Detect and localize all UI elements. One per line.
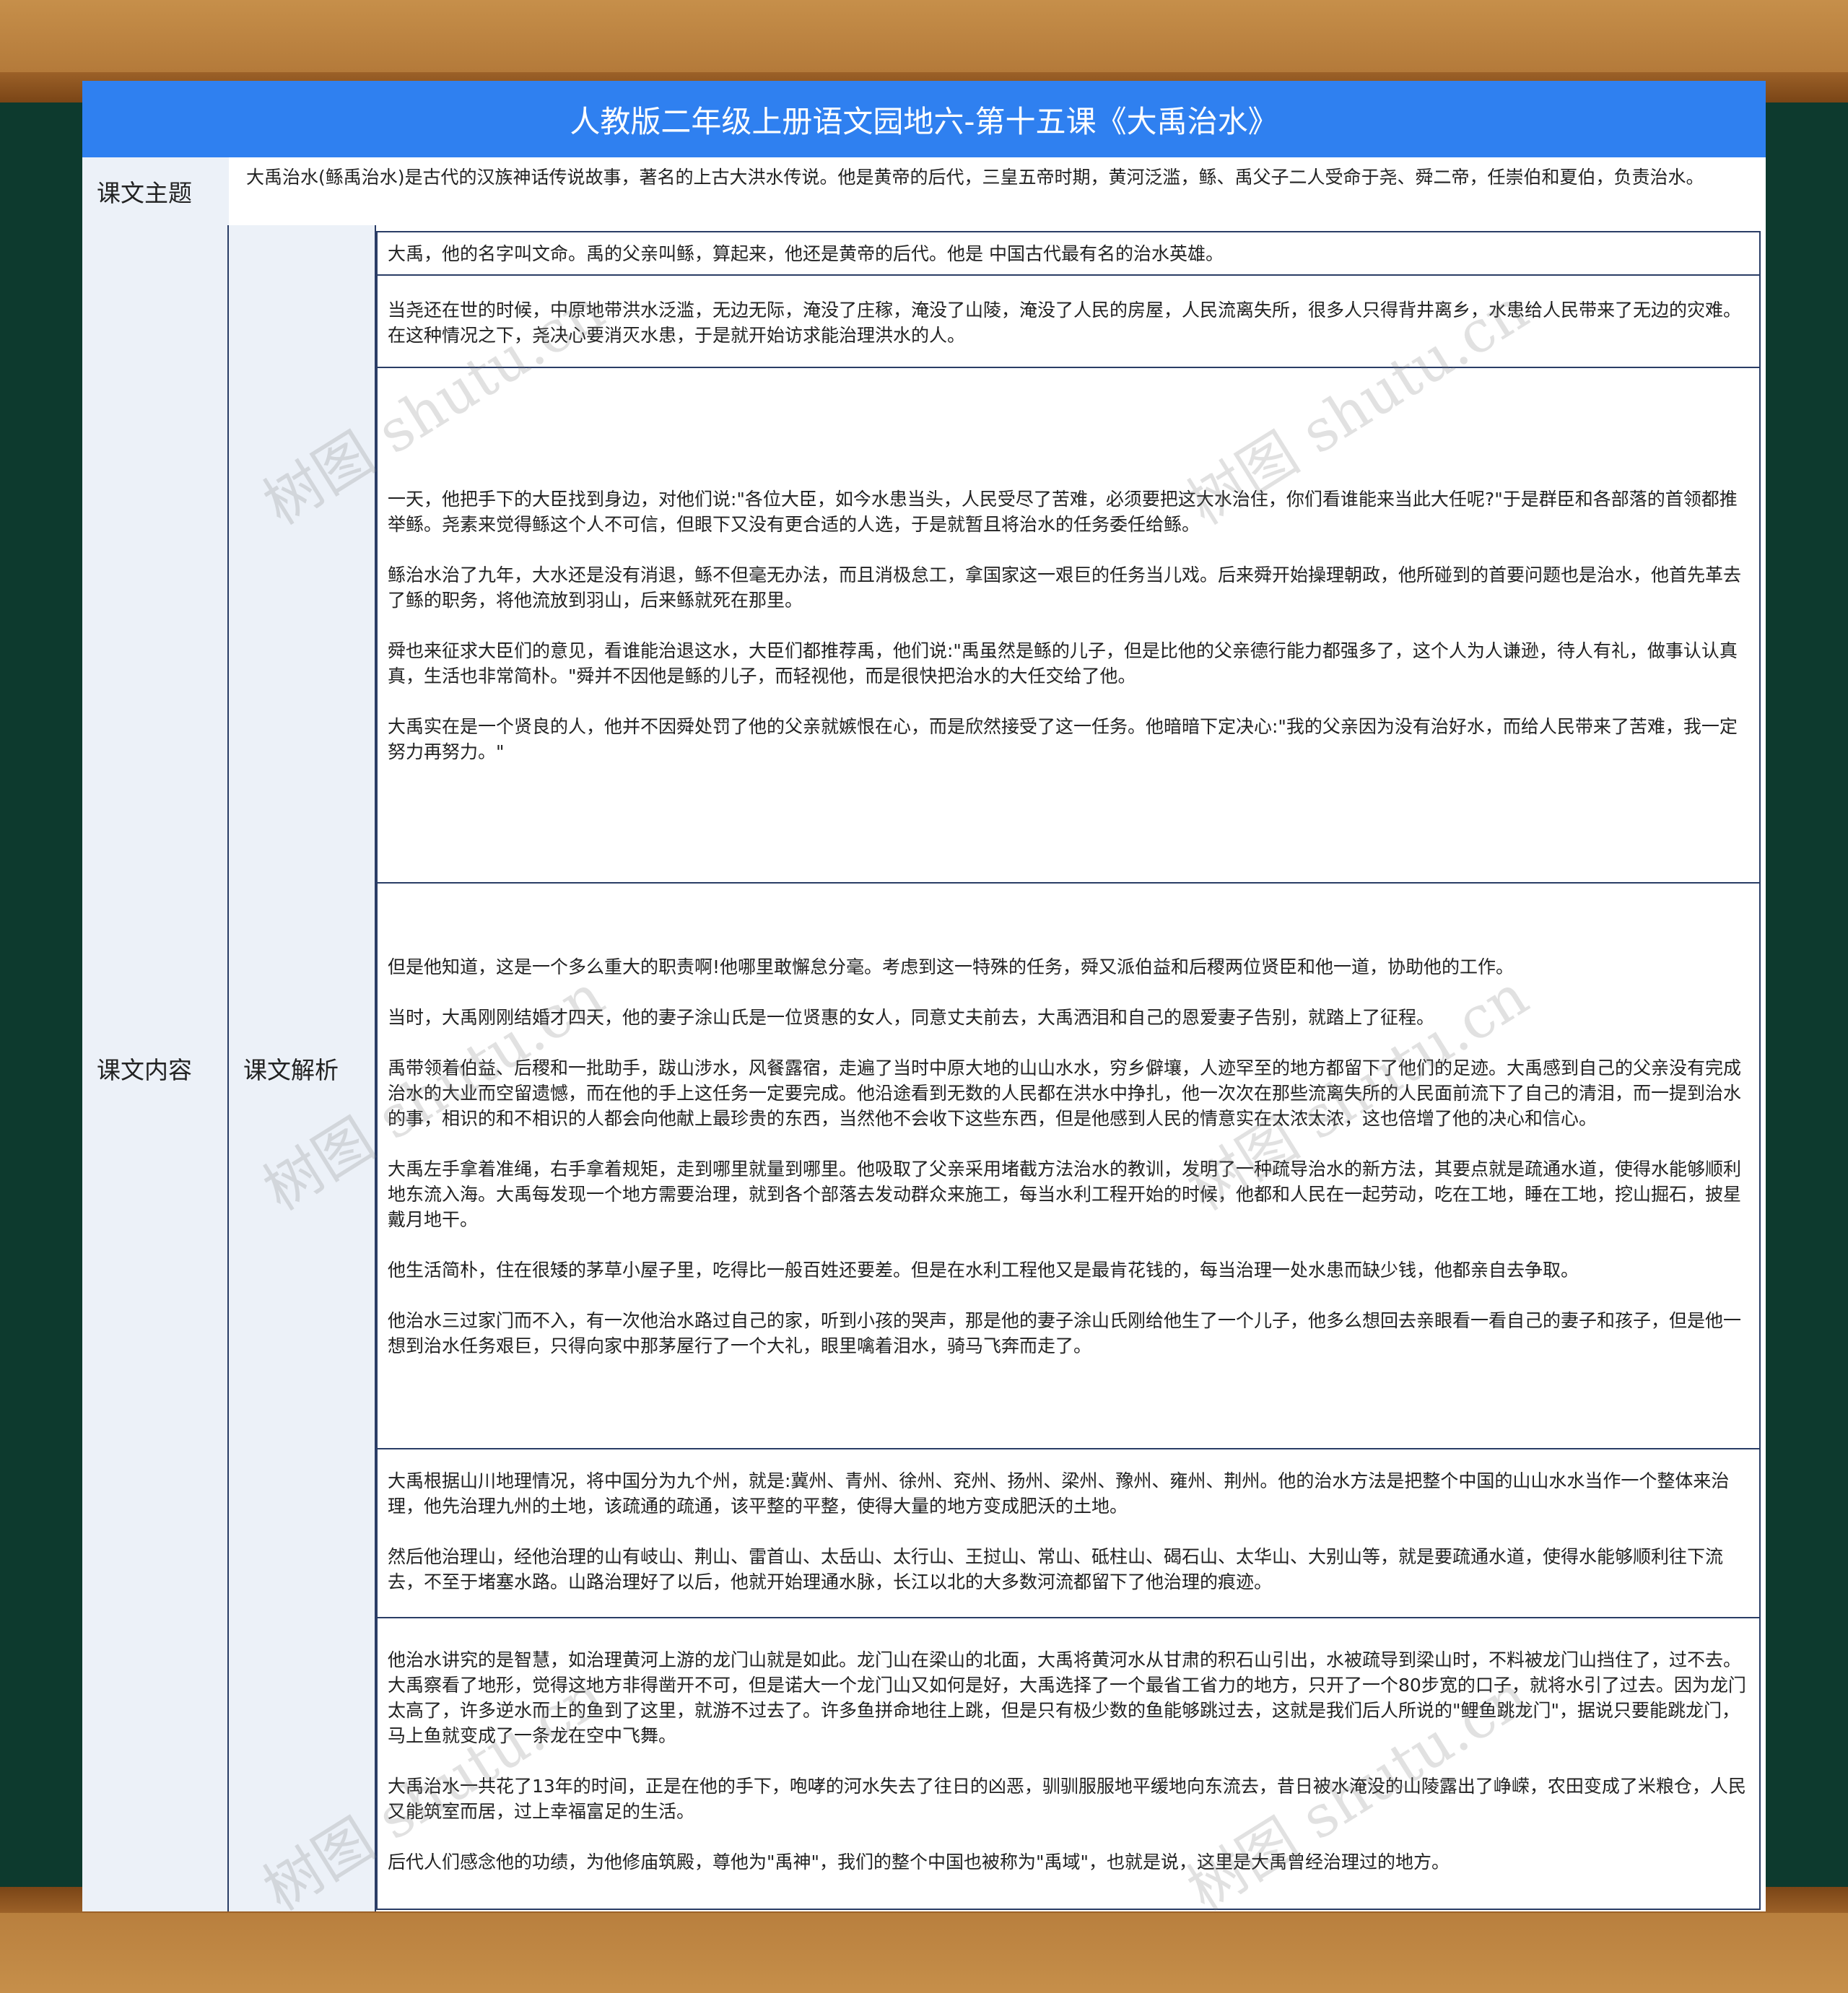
theme-label: 课文主题	[82, 157, 229, 225]
page-title: 人教版二年级上册语文园地六-第十五课《大禹治水》	[82, 81, 1766, 157]
analysis-paragraph-6: 他治水讲究的是智慧，如治理黄河上游的龙门山就是如此。龙门山在梁山的北面，大禹将黄…	[376, 1617, 1761, 1910]
board-frame-top	[0, 0, 1848, 72]
analysis-paragraph-5: 大禹根据山川地理情况，将中国分为九个州，就是:冀州、青州、徐州、兖州、扬州、梁州…	[376, 1448, 1761, 1618]
analysis-paragraph-1: 大禹，他的名字叫文命。禹的父亲叫鲧，算起来，他还是黄帝的后代。他是 中国古代最有…	[376, 231, 1761, 276]
analysis-paragraph-3: 一天，他把手下的大臣找到身边，对他们说:"各位大臣，如今水患当头，人民受尽了苦难…	[376, 367, 1761, 884]
theme-text: 大禹治水(鲧禹治水)是古代的汉族神话传说故事，著名的上古大洪水传说。他是黄帝的后…	[246, 167, 1704, 188]
analysis-paragraph-4: 但是他知道，这是一个多么重大的职责啊!他哪里敢懈怠分毫。考虑到这一特殊的任务，舜…	[376, 882, 1761, 1449]
analysis-paragraph-2: 当尧还在世的时候，中原地带洪水泛滥，无边无际，淹没了庄稼，淹没了山陵，淹没了人民…	[376, 274, 1761, 368]
mindmap-table: 人教版二年级上册语文园地六-第十五课《大禹治水》 课文主题 大禹治水(鲧禹治水)…	[82, 81, 1766, 1911]
analysis-label: 课文解析	[229, 225, 376, 1911]
content-label: 课文内容	[82, 225, 229, 1911]
